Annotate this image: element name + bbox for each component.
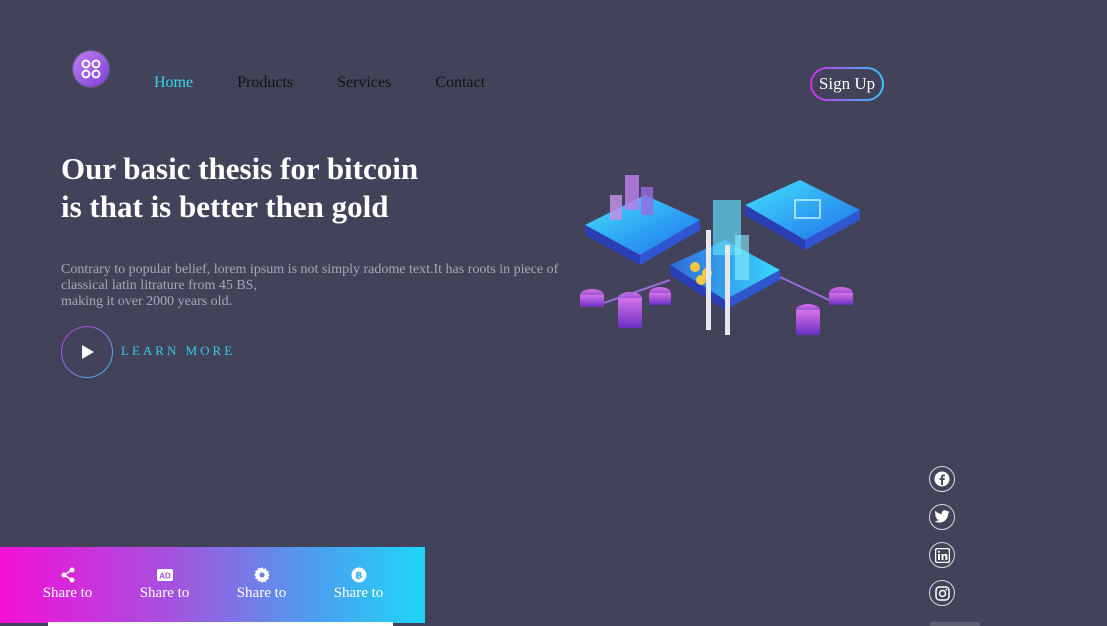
hero-description-line1: Contrary to popular belief, lorem ipsum … xyxy=(61,262,559,293)
hero-headline: Our basic thesis for bitcoin is that is … xyxy=(61,150,481,226)
hero-description-line2: making it over 2000 years old. xyxy=(61,294,233,309)
learn-more-link[interactable]: LEARN MORE xyxy=(121,343,235,359)
share-label: Share to xyxy=(333,585,384,601)
signup-button[interactable]: Sign Up xyxy=(810,67,884,101)
facebook-icon[interactable] xyxy=(929,466,955,492)
share-label: Share to xyxy=(42,585,93,601)
hero-description: Contrary to popular belief, lorem ipsum … xyxy=(61,262,571,310)
scrollbar-track xyxy=(48,622,393,626)
share-button-1[interactable]: Share to xyxy=(19,547,116,623)
scrollbar-thumb[interactable] xyxy=(930,622,980,626)
share-button-3[interactable]: Share to xyxy=(213,547,310,623)
logo[interactable] xyxy=(73,51,109,87)
svg-text:AD: AD xyxy=(159,572,171,581)
nav-products[interactable]: Products xyxy=(237,74,293,92)
twitter-icon[interactable] xyxy=(929,504,955,530)
play-button[interactable] xyxy=(61,326,113,378)
hero-headline-line1: Our basic thesis for bitcoin xyxy=(61,151,419,186)
share-button-2[interactable]: AD Share to xyxy=(116,547,213,623)
share-label: Share to xyxy=(236,585,287,601)
social-links xyxy=(929,466,955,618)
isometric-crypto-illustration xyxy=(580,175,860,335)
share-button-4[interactable]: ฿ Share to xyxy=(310,547,407,623)
linkedin-icon[interactable] xyxy=(929,542,955,568)
nav-home[interactable]: Home xyxy=(154,74,193,92)
bitcoin-icon: ฿ xyxy=(351,567,366,583)
gear-icon xyxy=(253,567,270,583)
share-bar: Share to AD Share to Share to ฿ Share to xyxy=(0,547,425,623)
ad-icon: AD xyxy=(156,569,173,581)
main-nav: Home Products Services Contact xyxy=(154,74,529,92)
nav-services[interactable]: Services xyxy=(337,74,391,92)
svg-text:฿: ฿ xyxy=(355,571,362,582)
play-icon xyxy=(82,345,94,359)
share-label: Share to xyxy=(139,585,190,601)
share-icon xyxy=(61,567,74,583)
logo-icon xyxy=(81,59,101,79)
hero-headline-line2: is that is better then gold xyxy=(61,189,389,224)
nav-contact[interactable]: Contact xyxy=(435,74,485,92)
instagram-icon[interactable] xyxy=(929,580,955,606)
